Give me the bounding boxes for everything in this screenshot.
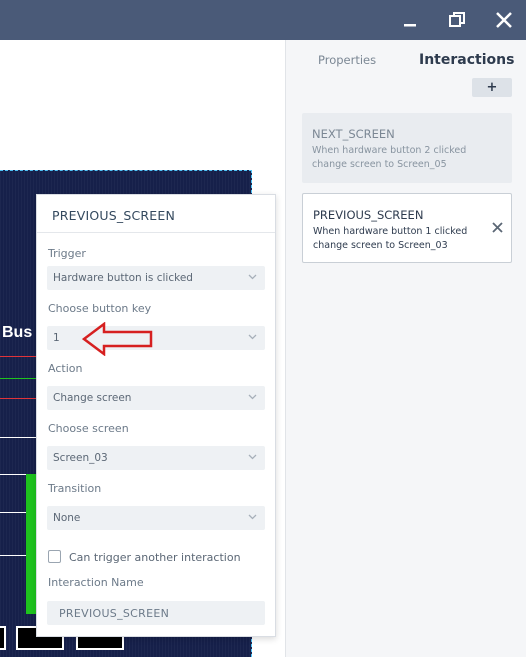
restore-button[interactable] — [443, 6, 471, 34]
chevron-down-icon — [248, 334, 257, 340]
interaction-description-line: change screen to Screen_03 — [313, 240, 448, 251]
button-key-select[interactable]: 1 — [47, 326, 265, 350]
screen-select[interactable]: Screen_03 — [47, 446, 265, 470]
trigger-select[interactable]: Hardware button is clicked — [47, 266, 265, 290]
interaction-card-previous-screen[interactable]: PREVIOUS_SCREEN When hardware button 1 c… — [302, 193, 512, 263]
tab-interactions[interactable]: Interactions — [419, 52, 514, 68]
can-trigger-label: Can trigger another interaction — [69, 551, 241, 564]
action-select[interactable]: Change screen — [47, 386, 265, 410]
minimize-button[interactable] — [396, 6, 424, 34]
preview-line — [0, 398, 40, 399]
minimize-icon — [404, 24, 416, 27]
close-button[interactable] — [490, 6, 518, 34]
preview-title: Bus — [2, 324, 33, 341]
interaction-description: When hardware button 2 clicked change sc… — [312, 144, 487, 172]
transition-label: Transition — [48, 482, 102, 495]
transition-value: None — [53, 512, 81, 524]
chevron-down-icon — [248, 514, 257, 520]
trigger-value: Hardware button is clicked — [53, 272, 193, 284]
right-panel: Properties Interactions + NEXT_SCREEN Wh… — [285, 40, 526, 657]
can-trigger-checkbox[interactable] — [48, 550, 61, 563]
action-label: Action — [48, 362, 83, 375]
interaction-name-input[interactable]: PREVIOUS_SCREEN — [47, 601, 265, 625]
interaction-name: PREVIOUS_SCREEN — [313, 208, 424, 222]
popup-header: PREVIOUS_SCREEN — [37, 195, 275, 233]
restore-icon — [449, 12, 465, 27]
close-icon — [496, 12, 512, 28]
button-key-label: Choose button key — [48, 302, 152, 315]
screen-label: Choose screen — [48, 422, 129, 435]
chevron-down-icon — [248, 394, 257, 400]
annotation-arrow-icon — [82, 322, 153, 356]
screen-value: Screen_03 — [53, 452, 108, 464]
chevron-down-icon — [248, 274, 257, 280]
preview-line — [0, 356, 40, 357]
trigger-label: Trigger — [48, 247, 86, 260]
interaction-description-line: change screen to Screen_05 — [312, 159, 447, 170]
preview-button[interactable] — [0, 626, 6, 650]
title-bar — [0, 0, 526, 40]
preview-line — [0, 378, 40, 379]
chevron-down-icon — [248, 454, 257, 460]
transition-select[interactable]: None — [47, 506, 265, 530]
popup-title: PREVIOUS_SCREEN — [52, 208, 176, 223]
add-interaction-button[interactable]: + — [472, 78, 512, 97]
delete-interaction-icon[interactable] — [492, 222, 503, 233]
preview-line — [0, 437, 40, 438]
action-value: Change screen — [53, 392, 132, 404]
interaction-description-line: When hardware button 2 clicked — [312, 145, 467, 156]
interaction-description-line: When hardware button 1 clicked — [313, 226, 468, 237]
interaction-description: When hardware button 1 clicked change sc… — [313, 225, 488, 253]
button-key-value: 1 — [53, 332, 60, 344]
interaction-name: NEXT_SCREEN — [312, 127, 395, 141]
tab-properties[interactable]: Properties — [318, 53, 376, 67]
interaction-editor-popup: PREVIOUS_SCREEN Trigger Hardware button … — [36, 194, 276, 637]
interaction-card-next-screen[interactable]: NEXT_SCREEN When hardware button 2 click… — [302, 113, 512, 183]
interaction-name-value: PREVIOUS_SCREEN — [59, 607, 170, 620]
interaction-name-label: Interaction Name — [48, 576, 144, 589]
